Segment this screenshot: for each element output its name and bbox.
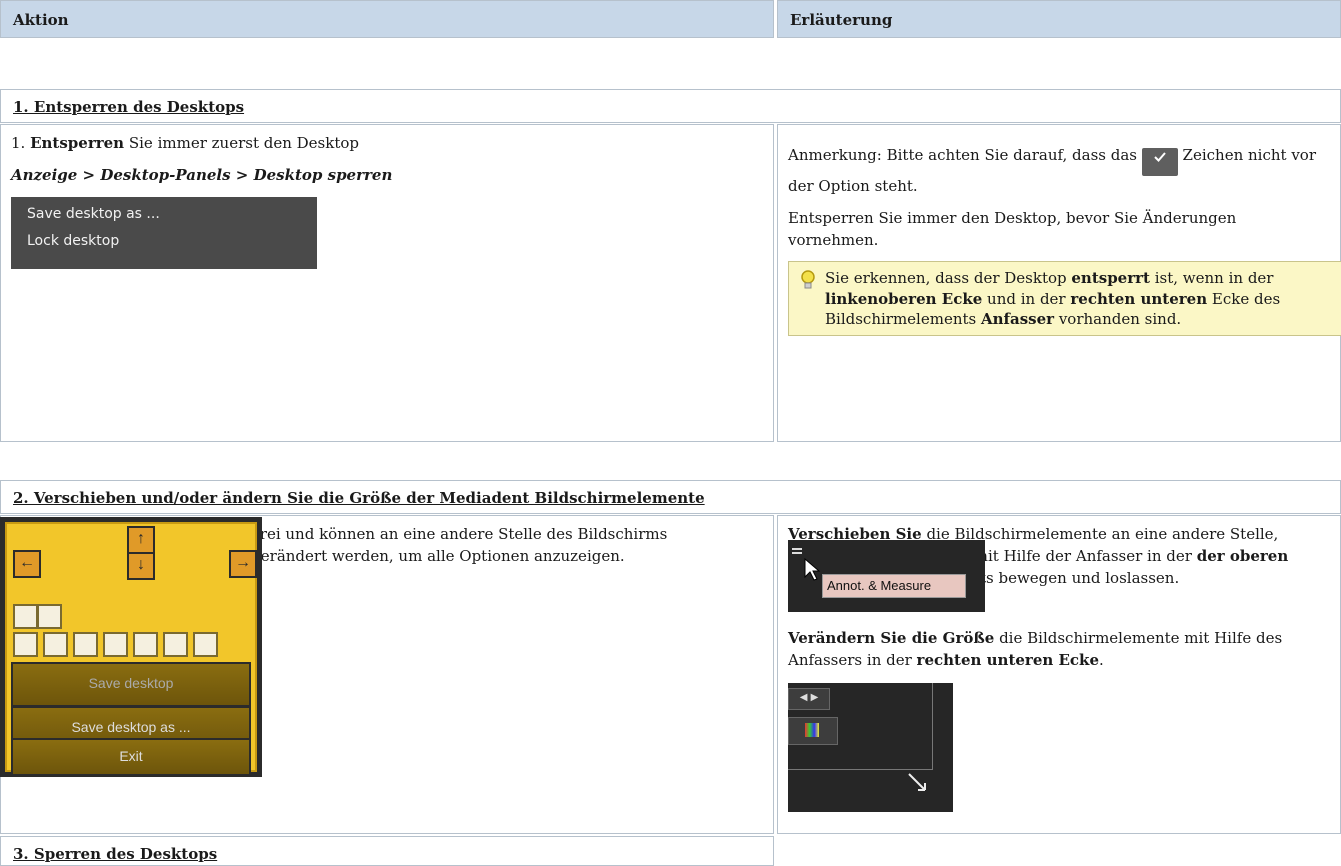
resize-handle-screenshot: ◀ ▶	[788, 683, 953, 812]
desktop-panel-screenshot: ← ↑ ↓ → Save desktop Save desktop as ...…	[0, 517, 262, 777]
align-left-icon	[13, 632, 38, 657]
split-vertical-icon	[163, 632, 188, 657]
move-handle-screenshot: Annot. & Measure	[788, 540, 985, 612]
desktop-panel: ← ↑ ↓ → Save desktop Save desktop as ...…	[5, 522, 257, 776]
menu-path: Anzeige > Desktop-Panels > Desktop sperr…	[11, 165, 393, 184]
color-grid-icon	[805, 723, 819, 737]
save-desktop-button: Save desktop	[11, 662, 251, 707]
step-1-text: 1. Entsperren Sie immer zuerst den Deskt…	[11, 134, 360, 152]
section-2-title: 2. Verschieben und/oder ändern Sie die G…	[0, 480, 1341, 514]
resize-text: Verändern Sie die Größe die Bildschirmel…	[788, 629, 1283, 669]
checkmark-icon	[1141, 148, 1178, 176]
arrow-right-icon: →	[229, 550, 257, 578]
split-horizontal-icon	[193, 632, 218, 657]
section-1-explanation-cell: Anmerkung: Bitte achten Sie darauf, dass…	[777, 124, 1341, 442]
header-erlaeuterung: Erläuterung	[777, 0, 1341, 38]
tip-box: Sie erkennen, dass der Desktop entsperrt…	[788, 261, 1341, 336]
section-1-action-cell: 1. Entsperren Sie immer zuerst den Deskt…	[0, 124, 774, 442]
resize-grip-icon	[908, 773, 926, 791]
align-bottom-icon	[103, 632, 128, 657]
align-top-icon	[73, 632, 98, 657]
section-3-title: 3. Sperren des Desktops	[0, 836, 774, 866]
cursor-icon	[804, 558, 820, 581]
arrow-left-icon: ←	[13, 550, 41, 578]
center-icon	[133, 632, 158, 657]
scroll-arrows-icon: ◀ ▶	[788, 688, 830, 710]
snap-icon	[13, 604, 38, 629]
note-unlock: Entsperren Sie immer den Desktop, bevor …	[788, 208, 1237, 249]
note-checkmark: Anmerkung: Bitte achten Sie darauf, dass…	[788, 146, 1317, 195]
menu-item-save-desktop-as: Save desktop as ...	[27, 205, 160, 222]
lightbulb-icon	[801, 270, 815, 289]
move-handle-icon	[792, 548, 802, 550]
palette-button	[788, 717, 838, 745]
tab-annot-measure: Annot. & Measure	[822, 574, 966, 598]
section-1-title: 1. Entsperren des Desktops	[0, 89, 1341, 123]
arrow-up-icon: ↑	[127, 526, 155, 554]
header-aktion: Aktion	[0, 0, 774, 38]
align-right-icon	[43, 632, 68, 657]
exit-button: Exit	[11, 738, 251, 776]
context-menu-screenshot: Save desktop as ... Lock desktop	[11, 196, 317, 269]
menu-item-lock-desktop: Lock desktop	[27, 232, 120, 249]
magnet-icon	[37, 604, 62, 629]
arrow-down-icon: ↓	[127, 552, 155, 580]
